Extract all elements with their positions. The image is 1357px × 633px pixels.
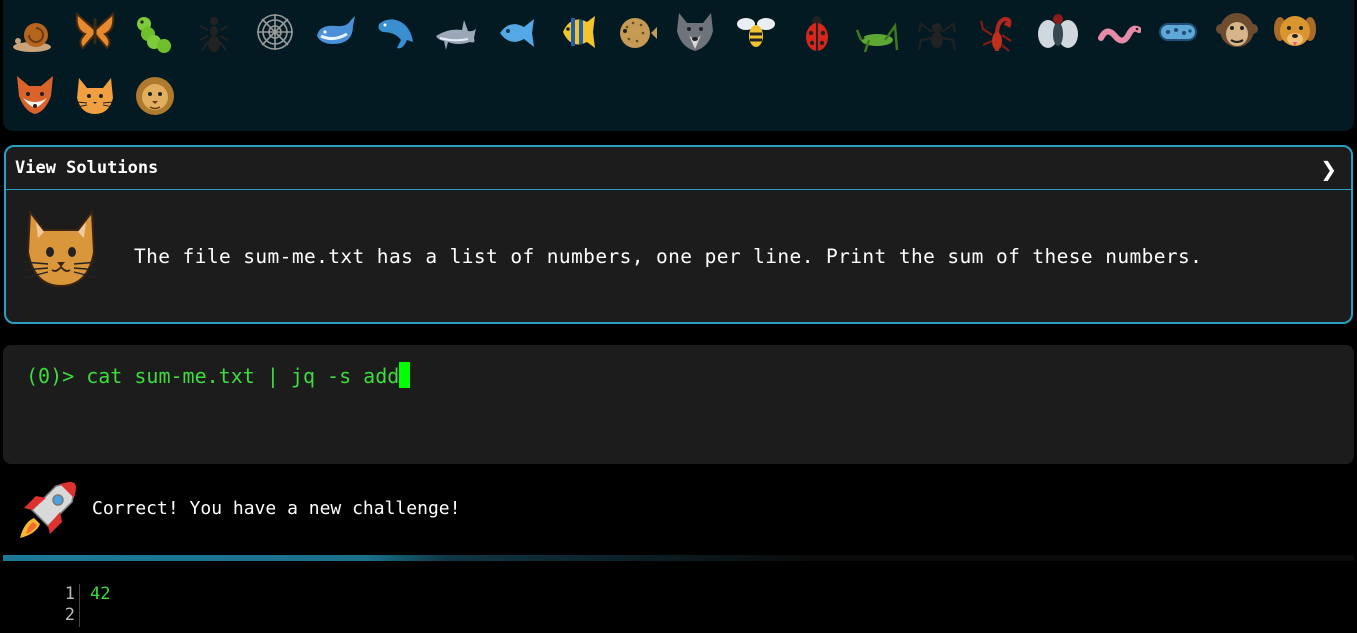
wolf-icon bbox=[671, 7, 719, 55]
tropical-fish-icon bbox=[553, 8, 601, 56]
output-line: 42 bbox=[90, 584, 111, 604]
challenge-description: The file sum-me.txt has a list of number… bbox=[134, 245, 1203, 268]
line-number-gutter: 1 2 bbox=[50, 584, 80, 627]
shark-icon bbox=[432, 10, 480, 58]
progress-bar bbox=[3, 555, 1354, 561]
view-solutions-toggle[interactable]: View Solutions bbox=[15, 158, 158, 178]
chevron-right-icon[interactable]: ❯ bbox=[1320, 157, 1337, 181]
bee-icon bbox=[732, 8, 780, 56]
spider-web-icon bbox=[251, 8, 299, 56]
fly-icon bbox=[1034, 8, 1082, 56]
challenge-panel: View Solutions ❯ The file sum-me.txt has… bbox=[4, 145, 1353, 324]
dolphin-icon bbox=[371, 8, 419, 56]
command-input[interactable]: cat sum-me.txt | jq -s add bbox=[86, 364, 399, 388]
cat-icon bbox=[71, 72, 119, 120]
output-lines: 42 bbox=[90, 584, 110, 605]
cricket-icon bbox=[853, 10, 901, 58]
monkey-icon bbox=[1213, 7, 1261, 55]
lion-icon bbox=[131, 72, 179, 120]
app-root: View Solutions ❯ The file sum-me.txt has… bbox=[0, 0, 1357, 633]
ant-icon bbox=[190, 10, 238, 58]
ladybug-icon bbox=[793, 9, 841, 57]
line-number: 2 bbox=[64, 605, 75, 625]
cursor bbox=[399, 362, 411, 388]
blowfish-icon bbox=[613, 9, 661, 57]
caterpillar-icon bbox=[130, 10, 178, 58]
command-line[interactable]: (0)> cat sum-me.txt | jq -s add bbox=[26, 362, 411, 388]
achievement-bar bbox=[3, 0, 1354, 131]
result-message: Correct! You have a new challenge! bbox=[92, 498, 461, 519]
spider-icon bbox=[913, 10, 961, 58]
scorpion-icon bbox=[973, 9, 1021, 57]
prompt: (0)> bbox=[26, 364, 87, 388]
dog-icon bbox=[1271, 7, 1319, 55]
terminal[interactable]: (0)> cat sum-me.txt | jq -s add bbox=[3, 345, 1354, 464]
progress-fill bbox=[3, 555, 814, 561]
worm-icon bbox=[1095, 10, 1143, 58]
line-number: 1 bbox=[64, 584, 75, 604]
rocket-icon bbox=[16, 478, 80, 542]
fish-icon bbox=[492, 9, 540, 57]
whale-icon bbox=[311, 8, 359, 56]
view-solutions-header[interactable]: View Solutions ❯ bbox=[6, 147, 1351, 190]
cat-icon bbox=[22, 206, 100, 292]
snail-icon bbox=[10, 9, 58, 57]
butterfly-icon bbox=[71, 6, 119, 54]
microbe-icon bbox=[1154, 8, 1202, 56]
fox-icon bbox=[11, 70, 59, 118]
